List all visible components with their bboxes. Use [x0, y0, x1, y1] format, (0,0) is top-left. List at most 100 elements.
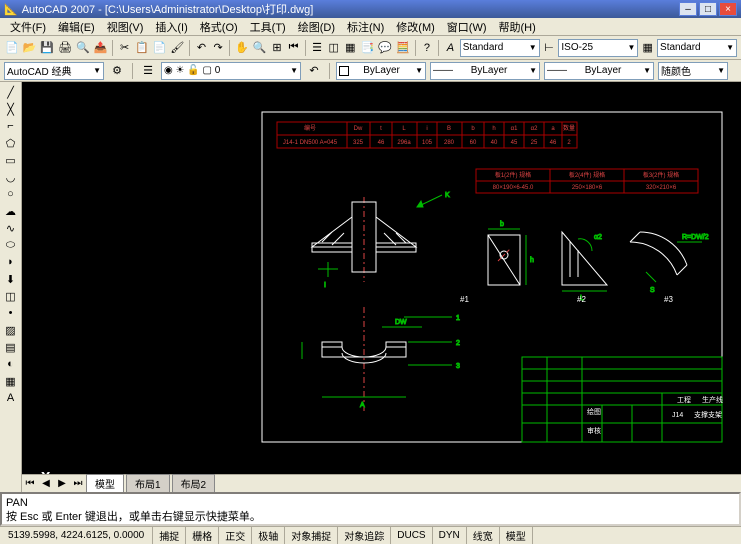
tablestyle-icon[interactable]: ▦	[640, 39, 655, 57]
drawing-canvas[interactable]: Y X 编号	[22, 82, 741, 492]
properties-icon[interactable]: ☰	[310, 39, 325, 57]
cut-icon[interactable]: ✂	[117, 39, 132, 57]
menu-file[interactable]: 文件(F)	[4, 17, 52, 37]
rectangle-icon[interactable]: ▭	[2, 152, 20, 168]
circle-icon[interactable]: ○	[2, 186, 20, 202]
minimize-button[interactable]: –	[679, 2, 697, 16]
help-icon[interactable]: ?	[420, 39, 435, 57]
redo-icon[interactable]: ↷	[211, 39, 226, 57]
markup-icon[interactable]: 💬	[377, 39, 393, 57]
insert-icon[interactable]: ⬇	[2, 271, 20, 287]
layer-dropdown[interactable]: ◉ ☀ 🔓 ▢ 0▼	[161, 62, 301, 80]
block-icon[interactable]: ◫	[2, 288, 20, 304]
svg-text:α1: α1	[511, 126, 518, 132]
tab-nav-last-icon[interactable]: ⏭	[70, 478, 86, 489]
toggle-otrack[interactable]: 对象追踪	[338, 527, 391, 544]
xline-icon[interactable]: ╳	[2, 101, 20, 117]
workspace-settings-icon[interactable]: ⚙	[108, 62, 126, 80]
svg-text:审核: 审核	[587, 426, 601, 435]
open-icon[interactable]: 📂	[22, 39, 38, 57]
menu-window[interactable]: 窗口(W)	[441, 17, 493, 37]
table-icon[interactable]: ▦	[2, 373, 20, 389]
dimstyle-dropdown[interactable]: ISO-25▼	[558, 39, 638, 57]
copy-icon[interactable]: 📋	[134, 39, 150, 57]
toggle-ortho[interactable]: 正交	[219, 527, 252, 544]
workspace-toolbar: AutoCAD 经典▼ ⚙ ☰ ◉ ☀ 🔓 ▢ 0▼ ↶ ByLayer▼ ——…	[0, 60, 741, 82]
menu-modify[interactable]: 修改(M)	[390, 17, 441, 37]
point-icon[interactable]: •	[2, 305, 20, 321]
toggle-osnap[interactable]: 对象捕捉	[285, 527, 338, 544]
zoom-rt-icon[interactable]: 🔍	[252, 39, 268, 57]
calc-icon[interactable]: 🧮	[395, 39, 411, 57]
ellipsearc-icon[interactable]: ◗	[2, 254, 20, 270]
spline-icon[interactable]: ∿	[2, 220, 20, 236]
menu-tools[interactable]: 工具(T)	[244, 17, 292, 37]
svg-text:J14-1 DN500 A=045: J14-1 DN500 A=045	[283, 140, 338, 146]
layer-prev-icon[interactable]: ↶	[305, 62, 323, 80]
svg-text:L: L	[402, 126, 406, 132]
svg-text:B: B	[447, 126, 451, 132]
zoom-win-icon[interactable]: ⊞	[270, 39, 285, 57]
menu-help[interactable]: 帮助(H)	[493, 17, 542, 37]
zoom-prev-icon[interactable]: ⏮	[286, 39, 301, 57]
svg-text:b: b	[471, 126, 475, 132]
gradient-icon[interactable]: ▤	[2, 339, 20, 355]
paste-icon[interactable]: 📄	[152, 39, 168, 57]
match-icon[interactable]: 🖌	[169, 39, 185, 57]
menu-insert[interactable]: 插入(I)	[149, 17, 193, 37]
tab-layout1[interactable]: 布局1	[126, 474, 170, 492]
region-icon[interactable]: ◐	[2, 356, 20, 372]
pan-icon[interactable]: ✋	[234, 39, 250, 57]
linetype-dropdown[interactable]: —— ByLayer▼	[430, 62, 540, 80]
menu-edit[interactable]: 编辑(E)	[52, 17, 101, 37]
sheet-set-icon[interactable]: 📑	[360, 39, 376, 57]
arc-icon[interactable]: ◡	[2, 169, 20, 185]
ellipse-icon[interactable]: ⬭	[2, 237, 20, 253]
tab-layout2[interactable]: 布局2	[172, 474, 216, 492]
publish-icon[interactable]: 📤	[93, 39, 109, 57]
toggle-grid[interactable]: 栅格	[186, 527, 219, 544]
tab-nav-prev-icon[interactable]: ◀	[38, 478, 54, 489]
polygon-icon[interactable]: ⬠	[2, 135, 20, 151]
toggle-ducs[interactable]: DUCS	[391, 527, 432, 544]
save-icon[interactable]: 💾	[39, 39, 55, 57]
toggle-lwt[interactable]: 线宽	[467, 527, 500, 544]
svg-text:I: I	[324, 282, 326, 289]
textstyle-icon[interactable]: A	[443, 39, 458, 57]
toggle-snap[interactable]: 捕捉	[153, 527, 186, 544]
line-icon[interactable]: ╱	[2, 84, 20, 100]
toggle-model[interactable]: 模型	[500, 527, 533, 544]
tab-nav-next-icon[interactable]: ▶	[54, 478, 70, 489]
print-icon[interactable]: 🖨	[57, 39, 73, 57]
preview-icon[interactable]: 🔍	[75, 39, 91, 57]
textstyle-dropdown[interactable]: Standard▼	[460, 39, 540, 57]
menu-dimension[interactable]: 标注(N)	[341, 17, 390, 37]
command-line[interactable]: PAN 按 Esc 或 Enter 键退出，或单击右键显示快捷菜单。	[0, 492, 741, 526]
plotstyle-dropdown[interactable]: 随颜色▼	[658, 62, 728, 80]
new-icon[interactable]: 📄	[4, 39, 20, 57]
dimstyle-icon[interactable]: ⊢	[542, 39, 557, 57]
revcloud-icon[interactable]: ☁	[2, 203, 20, 219]
toggle-dyn[interactable]: DYN	[433, 527, 467, 544]
close-button[interactable]: ×	[719, 2, 737, 16]
menu-view[interactable]: 视图(V)	[101, 17, 150, 37]
tool-palette-icon[interactable]: ▦	[343, 39, 358, 57]
workspace-dropdown[interactable]: AutoCAD 经典▼	[4, 62, 104, 80]
undo-icon[interactable]: ↶	[194, 39, 209, 57]
tablestyle-dropdown[interactable]: Standard▼	[657, 39, 737, 57]
svg-text:3: 3	[456, 363, 460, 370]
menu-format[interactable]: 格式(O)	[194, 17, 244, 37]
svg-text:b: b	[500, 221, 504, 228]
tab-nav-first-icon[interactable]: ⏮	[22, 478, 38, 489]
lineweight-dropdown[interactable]: —— ByLayer▼	[544, 62, 654, 80]
maximize-button[interactable]: □	[699, 2, 717, 16]
layer-props-icon[interactable]: ☰	[139, 62, 157, 80]
color-dropdown[interactable]: ByLayer▼	[336, 62, 426, 80]
hatch-icon[interactable]: ▨	[2, 322, 20, 338]
design-center-icon[interactable]: ◫	[326, 39, 341, 57]
mtext-icon[interactable]: A	[2, 390, 20, 406]
tab-model[interactable]: 模型	[86, 474, 124, 492]
menu-draw[interactable]: 绘图(D)	[292, 17, 341, 37]
pline-icon[interactable]: ⌐	[2, 118, 20, 134]
toggle-polar[interactable]: 极轴	[252, 527, 285, 544]
